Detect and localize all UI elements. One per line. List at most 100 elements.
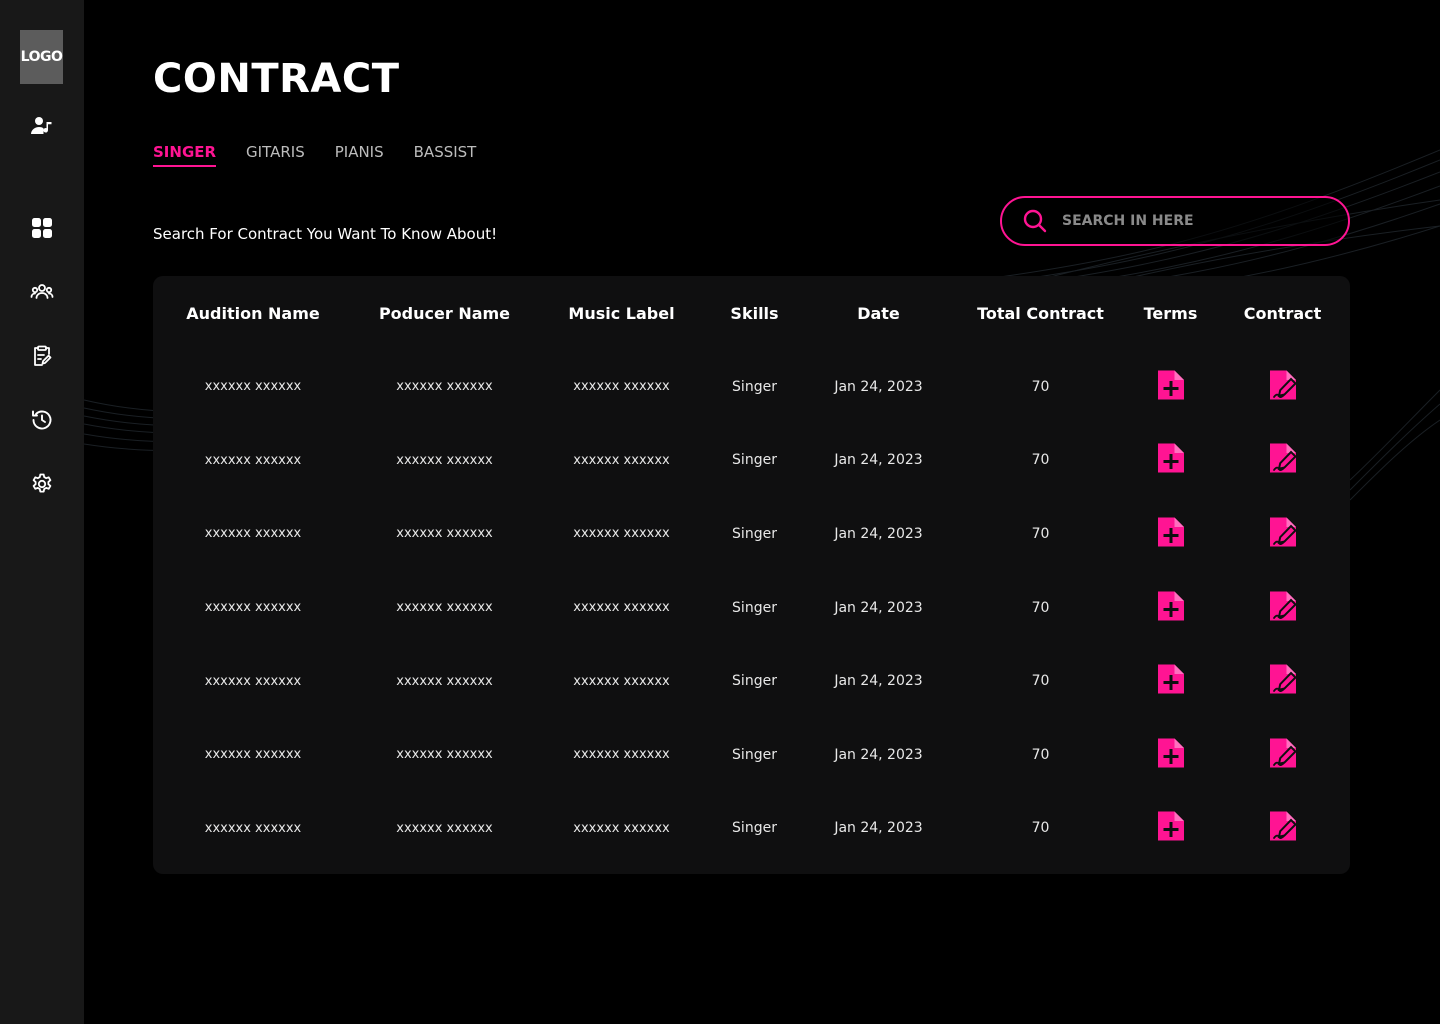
file-plus-icon[interactable] [1155, 515, 1187, 549]
cell-total-contract: 70 [1031, 820, 1050, 837]
contract-table-card: Audition Name Poducer Name Music Label S… [153, 276, 1350, 874]
file-sign-icon[interactable] [1267, 662, 1299, 696]
cell-skills: Singer [732, 820, 777, 837]
cell-producer-name: xxxxxx xxxxxx [396, 452, 493, 468]
header-skills[interactable]: Skills [707, 276, 802, 350]
search-input[interactable] [1060, 205, 1334, 237]
cell-total-contract: 70 [1031, 599, 1050, 616]
cell-contract [1215, 718, 1350, 792]
cell-date: Jan 24, 2023 [834, 746, 923, 763]
cell-contract [1215, 497, 1350, 571]
table-body: xxxxxx xxxxxx xxxxxx xxxxxx xxxxxx xxxxx… [153, 350, 1350, 865]
cell-producer-name: xxxxxx xxxxxx [396, 526, 493, 542]
cell-music-label: xxxxxx xxxxxx [573, 379, 670, 395]
cell-terms [1126, 644, 1215, 718]
cell-terms [1126, 571, 1215, 645]
cell-audition-name: xxxxxx xxxxxx [204, 673, 302, 689]
cell-music-label: xxxxxx xxxxxx [573, 600, 670, 616]
table-row[interactable]: xxxxxx xxxxxx xxxxxx xxxxxx xxxxxx xxxxx… [153, 792, 1350, 866]
table-row[interactable]: xxxxxx xxxxxx xxxxxx xxxxxx xxxxxx xxxxx… [153, 571, 1350, 645]
file-plus-icon[interactable] [1155, 809, 1187, 843]
header-total-contract[interactable]: Total Contract [955, 276, 1126, 350]
cell-skills: Singer [732, 525, 777, 542]
cell-contract [1215, 350, 1350, 424]
contract-table: Audition Name Poducer Name Music Label S… [153, 276, 1350, 865]
search-icon[interactable] [1022, 208, 1048, 234]
cell-music-label: xxxxxx xxxxxx [573, 747, 670, 763]
file-sign-icon[interactable] [1267, 589, 1299, 623]
table-row[interactable]: xxxxxx xxxxxx xxxxxx xxxxxx xxxxxx xxxxx… [153, 497, 1350, 571]
cell-total-contract: 70 [1031, 525, 1050, 542]
cell-date: Jan 24, 2023 [834, 378, 923, 395]
category-tabs: SINGER GITARIS PIANIS BASSIST [153, 143, 476, 167]
clipboard-edit-icon[interactable] [30, 344, 54, 368]
header-date[interactable]: Date [802, 276, 955, 350]
group-icon[interactable] [30, 280, 54, 304]
cell-terms [1126, 718, 1215, 792]
tab-singer[interactable]: SINGER [153, 143, 217, 167]
cell-date: Jan 24, 2023 [834, 820, 923, 837]
cell-date: Jan 24, 2023 [834, 452, 923, 469]
file-sign-icon[interactable] [1267, 441, 1299, 475]
cell-contract [1215, 571, 1350, 645]
tab-gitaris[interactable]: GITARIS [246, 143, 305, 167]
sidebar: LOGO [0, 0, 84, 1024]
table-row[interactable]: xxxxxx xxxxxx xxxxxx xxxxxx xxxxxx xxxxx… [153, 350, 1350, 424]
settings-gear-icon[interactable] [30, 472, 54, 496]
cell-skills: Singer [732, 378, 777, 395]
header-producer-name[interactable]: Poducer Name [353, 276, 536, 350]
header-music-label[interactable]: Music Label [536, 276, 707, 350]
file-plus-icon[interactable] [1155, 736, 1187, 770]
cell-skills: Singer [732, 746, 777, 763]
cell-skills: Singer [732, 673, 777, 690]
tab-pianis[interactable]: PIANIS [335, 143, 384, 167]
user-music-icon[interactable] [30, 114, 54, 138]
file-sign-icon[interactable] [1267, 515, 1299, 549]
cell-terms [1126, 792, 1215, 866]
page-subtitle: Search For Contract You Want To Know Abo… [153, 225, 498, 243]
cell-audition-name: xxxxxx xxxxxx [204, 526, 302, 542]
history-icon[interactable] [30, 408, 54, 432]
page-title: CONTRACT [153, 56, 400, 102]
cell-total-contract: 70 [1031, 378, 1050, 395]
cell-producer-name: xxxxxx xxxxxx [396, 673, 493, 689]
search-bar [1000, 196, 1350, 246]
cell-music-label: xxxxxx xxxxxx [573, 673, 670, 689]
file-plus-icon[interactable] [1155, 368, 1187, 402]
cell-terms [1126, 424, 1215, 498]
header-contract[interactable]: Contract [1215, 276, 1350, 350]
cell-audition-name: xxxxxx xxxxxx [204, 452, 302, 468]
cell-terms [1126, 497, 1215, 571]
dashboard-grid-icon[interactable] [30, 216, 54, 240]
cell-producer-name: xxxxxx xxxxxx [396, 747, 493, 763]
table-header-row: Audition Name Poducer Name Music Label S… [153, 276, 1350, 350]
file-sign-icon[interactable] [1267, 368, 1299, 402]
header-audition-name[interactable]: Audition Name [153, 276, 353, 350]
cell-contract [1215, 644, 1350, 718]
table-row[interactable]: xxxxxx xxxxxx xxxxxx xxxxxx xxxxxx xxxxx… [153, 644, 1350, 718]
table-row[interactable]: xxxxxx xxxxxx xxxxxx xxxxxx xxxxxx xxxxx… [153, 718, 1350, 792]
file-sign-icon[interactable] [1267, 736, 1299, 770]
cell-music-label: xxxxxx xxxxxx [573, 820, 670, 836]
cell-audition-name: xxxxxx xxxxxx [204, 747, 302, 763]
cell-total-contract: 70 [1031, 452, 1050, 469]
cell-skills: Singer [732, 599, 777, 616]
cell-date: Jan 24, 2023 [834, 525, 923, 542]
file-sign-icon[interactable] [1267, 809, 1299, 843]
cell-audition-name: xxxxxx xxxxxx [204, 820, 302, 836]
cell-contract [1215, 424, 1350, 498]
cell-date: Jan 24, 2023 [834, 599, 923, 616]
table-row[interactable]: xxxxxx xxxxxx xxxxxx xxxxxx xxxxxx xxxxx… [153, 424, 1350, 498]
file-plus-icon[interactable] [1155, 441, 1187, 475]
cell-total-contract: 70 [1031, 746, 1050, 763]
cell-producer-name: xxxxxx xxxxxx [396, 600, 493, 616]
cell-producer-name: xxxxxx xxxxxx [396, 379, 493, 395]
tab-bassist[interactable]: BASSIST [414, 143, 477, 167]
cell-audition-name: xxxxxx xxxxxx [204, 600, 302, 616]
logo[interactable]: LOGO [20, 30, 63, 84]
file-plus-icon[interactable] [1155, 662, 1187, 696]
cell-terms [1126, 350, 1215, 424]
cell-producer-name: xxxxxx xxxxxx [396, 820, 493, 836]
header-terms[interactable]: Terms [1126, 276, 1215, 350]
file-plus-icon[interactable] [1155, 589, 1187, 623]
